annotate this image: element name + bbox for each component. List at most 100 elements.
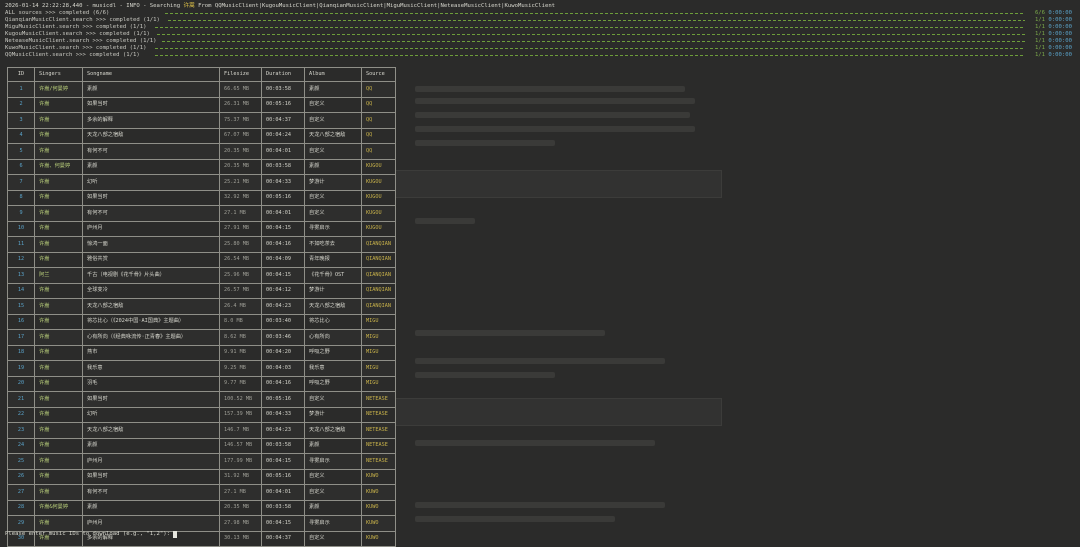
table-row: 7 许嵩 幻听 25.21 MB 00:04:33 梦游计 KUGOU [7, 174, 396, 191]
table-row: 20 许嵩 羽毛 9.77 MB 00:04:16 呼吸之野 MIGU [7, 375, 396, 392]
cell-singers: 许嵩&何曼婷 [34, 499, 83, 516]
cell-id: 23 [7, 422, 35, 439]
cell-album: 天龙八部之宿敌 [304, 127, 362, 144]
table-row: 9 许嵩 有何不可 27.1 MB 00:04:01 自定义 KUGOU [7, 205, 396, 222]
cell-duration: 00:04:09 [261, 251, 305, 268]
cell-songname: 如果当时 [82, 96, 220, 113]
table-row: 10 许嵩 庐州月 27.91 MB 00:04:15 寻雾启示 KUGOU [7, 220, 396, 237]
cell-id: 20 [7, 375, 35, 392]
text-cursor[interactable] [173, 531, 178, 538]
cell-source: MIGU [361, 360, 396, 377]
progress-bar [165, 13, 1025, 14]
cell-source: QQ [361, 96, 396, 113]
progress-label: NeteaseMusicClient.search >>> completed … [5, 38, 157, 44]
cell-id: 12 [7, 251, 35, 268]
cell-id: 21 [7, 391, 35, 408]
cell-source: NETEASE [361, 406, 396, 423]
table-row: 27 许嵩 有何不可 27.1 MB 00:04:01 自定义 KUWO [7, 484, 396, 501]
progress-time: 0:00:00 [1048, 10, 1072, 16]
cell-filesize: 20.35 MB [219, 143, 262, 160]
table-row: 14 许嵩 全球变冷 26.57 MB 00:04:12 梦游计 QIANQIAN [7, 282, 396, 299]
cell-id: 9 [7, 205, 35, 222]
cell-id: 22 [7, 406, 35, 423]
progress-row: QQMusicClient.search >>> completed (1/1)… [5, 52, 1077, 59]
table-row: 4 许嵩 天龙八部之宿敌 67.07 MB 00:04:24 天龙八部之宿敌 QQ [7, 127, 396, 144]
progress-label: KuwoMusicClient.search >>> completed (1/… [5, 45, 147, 51]
cell-album: 不如吃茶去 [304, 236, 362, 253]
cell-filesize: 25.21 MB [219, 174, 262, 191]
cell-filesize: 8.0 MB [219, 313, 262, 330]
column-header-songname: Songname [82, 67, 220, 82]
cell-id: 5 [7, 143, 35, 160]
cell-source: MIGU [361, 329, 396, 346]
table-row: 2 许嵩 如果当时 26.31 MB 00:05:16 自定义 QQ [7, 96, 396, 113]
cell-singers: 许嵩 [34, 453, 83, 470]
cell-id: 11 [7, 236, 35, 253]
cell-songname: 惊鸿一面 [82, 236, 220, 253]
cell-duration: 00:04:15 [261, 220, 305, 237]
cell-singers: 许嵩 [34, 468, 83, 485]
cell-songname: 将芯比心（《2024中国·AI国典》主题曲） [82, 313, 220, 330]
cell-singers: 许嵩 [34, 143, 83, 160]
table-row: 26 许嵩 如果当时 31.92 MB 00:05:16 自定义 KUWO [7, 468, 396, 485]
cell-id: 7 [7, 174, 35, 191]
table-row: 17 许嵩 心有所向（《经典咏流传·正青春》主题曲） 8.62 MB 00:03:46 心… [7, 329, 396, 346]
cell-source: KUWO [361, 515, 396, 532]
cell-duration: 00:03:46 [261, 329, 305, 346]
cell-filesize: 157.39 MB [219, 406, 262, 423]
progress-time: 0:00:00 [1048, 52, 1072, 58]
cell-duration: 00:04:23 [261, 298, 305, 315]
table-header-row: ID Singers Songname Filesize Duration Album So… [7, 67, 396, 82]
cell-songname: 素颜 [82, 499, 220, 516]
cell-source: NETEASE [361, 437, 396, 454]
cell-id: 16 [7, 313, 35, 330]
cell-album: 《花千骨》OST [304, 267, 362, 284]
table-row: 18 许嵩 燕市 9.91 MB 00:04:20 呼吸之野 MIGU [7, 344, 396, 361]
cell-filesize: 32.92 MB [219, 189, 262, 206]
cell-singers: 许嵩 [34, 329, 83, 346]
cell-filesize: 26.57 MB [219, 282, 262, 299]
cell-songname: 天龙八部之宿敌 [82, 127, 220, 144]
cell-id: 8 [7, 189, 35, 206]
progress-label: QQMusicClient.search >>> completed (1/1) [5, 52, 140, 58]
cell-duration: 00:04:16 [261, 375, 305, 392]
progress-time: 0:00:00 [1048, 24, 1072, 30]
progress-bar [157, 34, 1025, 35]
cell-id: 10 [7, 220, 35, 237]
table-row: 25 许嵩 庐州月 177.99 MB 00:04:15 寻雾启示 NETEASE [7, 453, 396, 470]
cell-duration: 00:03:58 [261, 437, 305, 454]
cell-album: 寻雾启示 [304, 220, 362, 237]
cell-singers: 许嵩 [34, 422, 83, 439]
cell-id: 19 [7, 360, 35, 377]
cell-source: QQ [361, 127, 396, 144]
column-header-filesize: Filesize [219, 67, 262, 82]
table-row: 12 许嵩 雅俗共赏 26.54 MB 00:04:09 青年晚报 QIANQIAN [7, 251, 396, 268]
cell-songname: 幻听 [82, 174, 220, 191]
cell-songname: 天龙八部之宿敌 [82, 298, 220, 315]
table-row: 21 许嵩 如果当时 100.52 MB 00:05:16 自定义 NETEASE [7, 391, 396, 408]
log-prefix: 2026-01-14 22:22:28,440 - musicdl - INFO… [5, 3, 184, 9]
search-query: 许嵩 [183, 3, 195, 9]
cell-album: 自定义 [304, 205, 362, 222]
cell-source: KUWO [361, 468, 396, 485]
cell-source: NETEASE [361, 422, 396, 439]
table-row: 3 许嵩 多余的解释 75.37 MB 00:04:37 自定义 QQ [7, 112, 396, 129]
cell-source: KUGOU [361, 158, 396, 175]
cell-duration: 00:04:15 [261, 515, 305, 532]
cell-singers: 许嵩 [34, 127, 83, 144]
table-row: 28 许嵩&何曼婷 素颜 20.35 MB 00:03:58 素颜 KUWO [7, 499, 396, 516]
cell-duration: 00:04:16 [261, 236, 305, 253]
cell-singers: 许嵩 [34, 313, 83, 330]
cell-songname: 如果当时 [82, 468, 220, 485]
cell-songname: 多余的解释 [82, 112, 220, 129]
cell-songname: 燕市 [82, 344, 220, 361]
download-prompt[interactable]: Please enter music IDs to download (e.g.… [5, 531, 178, 538]
cell-source: NETEASE [361, 391, 396, 408]
cell-filesize: 9.25 MB [219, 360, 262, 377]
cell-source: QQ [361, 81, 396, 98]
progress-bar [168, 20, 1025, 21]
progress-count-value: 1/1 [1034, 52, 1046, 58]
progress-time: 0:00:00 [1048, 17, 1072, 23]
progress-count: 1/1 0:00:00 [1035, 17, 1072, 24]
progress-row: KugouMusicClient.search >>> completed (1… [5, 31, 1077, 38]
